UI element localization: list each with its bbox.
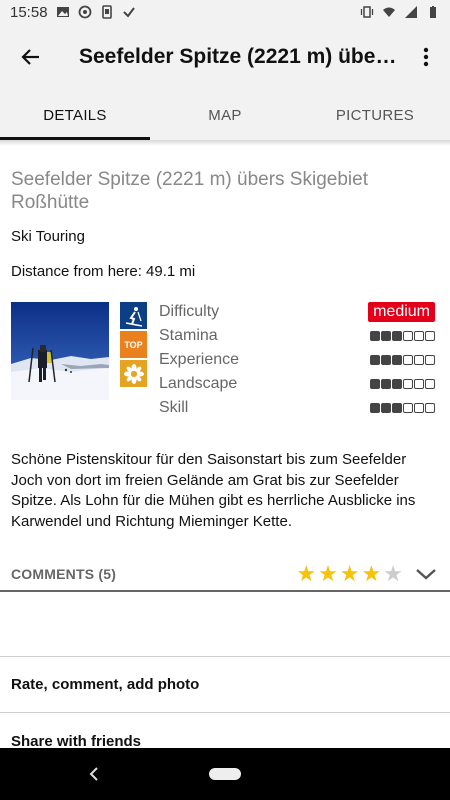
edelweiss-icon bbox=[120, 360, 147, 387]
at-icon bbox=[78, 5, 91, 19]
more-vert-icon bbox=[423, 47, 429, 67]
level-dot bbox=[403, 403, 413, 413]
level-dot bbox=[392, 355, 402, 365]
status-time: 15:58 bbox=[10, 3, 48, 21]
tour-title: Seefelder Spitze (2221 m) übers Skigebie… bbox=[11, 169, 368, 213]
tour-photo[interactable] bbox=[11, 302, 109, 400]
level-dot bbox=[381, 403, 391, 413]
rating-stamina: Stamina bbox=[159, 324, 435, 348]
page-title: Seefelder Spitze (2221 m) übers Skigebie… bbox=[79, 45, 397, 68]
image-icon bbox=[56, 7, 69, 17]
comments-header[interactable]: COMMENTS (5) ★ ★ ★ ★ ★ bbox=[11, 556, 441, 592]
distance-from-here: Distance from here: 49.1 mi bbox=[11, 263, 196, 280]
tabs-shadow bbox=[0, 140, 450, 146]
level-dot bbox=[403, 379, 413, 389]
level-dot bbox=[370, 331, 380, 341]
difficulty-label: Difficulty bbox=[159, 303, 220, 320]
app-bar: Seefelder Spitze (2221 m) übers Skigebie… bbox=[0, 24, 450, 90]
level-dot bbox=[425, 355, 435, 365]
level-dot bbox=[381, 331, 391, 341]
stamina-level bbox=[370, 331, 435, 341]
tab-details[interactable]: DETAILS bbox=[0, 90, 150, 140]
rating-difficulty: Difficulty medium bbox=[159, 300, 435, 324]
comments-rating-stars: ★ ★ ★ ★ ★ bbox=[296, 563, 403, 585]
rating-landscape: Landscape bbox=[159, 372, 435, 396]
nav-back-button[interactable] bbox=[82, 762, 106, 786]
category-icons: TOP bbox=[120, 302, 147, 389]
level-dot bbox=[381, 355, 391, 365]
more-options-button[interactable] bbox=[406, 29, 446, 85]
landscape-level bbox=[370, 379, 435, 389]
stamina-label: Stamina bbox=[159, 327, 218, 344]
divider bbox=[0, 712, 450, 713]
signal-icon bbox=[405, 6, 417, 18]
back-button[interactable] bbox=[3, 29, 59, 85]
tab-map[interactable]: MAP bbox=[150, 90, 300, 140]
wifi-icon bbox=[383, 7, 395, 17]
level-dot bbox=[392, 403, 402, 413]
top-icon-label: TOP bbox=[124, 339, 143, 350]
star-filled-icon: ★ bbox=[318, 561, 338, 586]
skill-label: Skill bbox=[159, 399, 189, 416]
level-dot bbox=[403, 331, 413, 341]
level-dot bbox=[425, 331, 435, 341]
star-filled-icon: ★ bbox=[296, 561, 317, 586]
system-nav-bar bbox=[0, 748, 450, 800]
arrow-back-icon bbox=[21, 49, 39, 65]
status-bar: 15:58 bbox=[0, 0, 450, 24]
rating-skill: Skill bbox=[159, 396, 435, 420]
tour-description: Schöne Pistenskitour für den Saisonstart… bbox=[11, 451, 416, 530]
level-dot bbox=[392, 379, 402, 389]
tour-type: Ski Touring bbox=[11, 228, 85, 245]
comments-divider bbox=[0, 590, 450, 592]
level-dot bbox=[414, 403, 424, 413]
level-dot bbox=[370, 379, 380, 389]
rate-comment-add-photo-button[interactable]: Rate, comment, add photo bbox=[11, 676, 199, 693]
experience-label: Experience bbox=[159, 351, 240, 368]
vibrate-icon bbox=[360, 6, 374, 18]
nav-home-button[interactable] bbox=[209, 768, 241, 780]
phone-icon bbox=[101, 5, 112, 19]
level-dot bbox=[414, 355, 424, 365]
ski-touring-icon bbox=[120, 302, 147, 329]
landscape-label: Landscape bbox=[159, 375, 238, 392]
skill-level bbox=[370, 403, 435, 413]
experience-level bbox=[370, 355, 435, 365]
check-icon bbox=[122, 7, 135, 18]
level-dot bbox=[392, 331, 402, 341]
notification-icons bbox=[56, 5, 136, 19]
level-dot bbox=[425, 379, 435, 389]
level-dot bbox=[414, 379, 424, 389]
tour-photo-image bbox=[11, 302, 109, 400]
divider bbox=[0, 656, 450, 657]
level-dot bbox=[403, 355, 413, 365]
battery-icon bbox=[430, 6, 436, 18]
rating-experience: Experience bbox=[159, 348, 435, 372]
star-filled-icon: ★ bbox=[339, 561, 360, 586]
top-icon: TOP bbox=[120, 331, 147, 358]
tab-pictures[interactable]: PICTURES bbox=[300, 90, 450, 140]
level-dot bbox=[414, 331, 424, 341]
level-dot bbox=[425, 403, 435, 413]
level-dot bbox=[370, 355, 380, 365]
level-dot bbox=[381, 379, 391, 389]
star-empty-icon: ★ bbox=[383, 561, 403, 586]
level-dot bbox=[370, 403, 380, 413]
nav-back-icon bbox=[89, 767, 98, 781]
tab-bar: DETAILS MAP PICTURES bbox=[0, 90, 450, 140]
ratings-panel: Difficulty medium Stamina Experience Lan… bbox=[159, 300, 435, 420]
comments-label: COMMENTS (5) bbox=[11, 566, 117, 582]
chevron-down-icon[interactable] bbox=[411, 559, 441, 589]
difficulty-badge: medium bbox=[368, 302, 435, 322]
star-filled-icon: ★ bbox=[361, 561, 382, 586]
